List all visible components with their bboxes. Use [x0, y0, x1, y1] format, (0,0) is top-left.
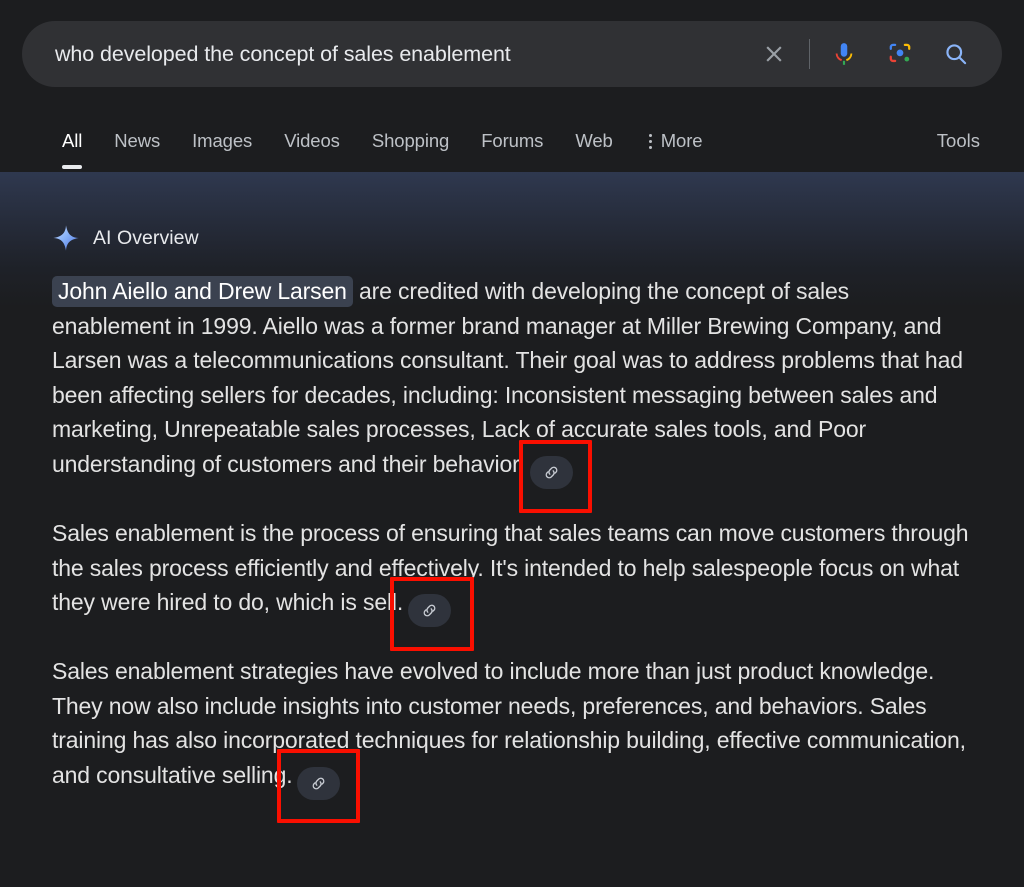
ai-paragraph-3: Sales enablement strategies have evolved… — [52, 654, 970, 823]
link-icon — [545, 466, 557, 479]
more-filters-button[interactable]: More — [629, 118, 719, 164]
tab-web[interactable]: Web — [559, 118, 628, 164]
microphone-icon — [835, 43, 853, 65]
sparkle-icon — [53, 225, 79, 251]
paragraph-3-text: Sales enablement strategies have evolved… — [52, 658, 966, 788]
tab-all[interactable]: All — [50, 118, 98, 169]
tab-videos[interactable]: Videos — [268, 118, 356, 164]
ai-overview-panel: AI Overview John Aiello and Drew Larsen … — [0, 172, 1024, 887]
more-label: More — [660, 130, 703, 151]
tab-news[interactable]: News — [98, 118, 176, 164]
google-lens-button[interactable] — [879, 32, 921, 76]
tab-images[interactable]: Images — [176, 118, 268, 164]
ai-paragraph-2: Sales enablement is the process of ensur… — [52, 516, 970, 652]
kebab-menu-icon — [648, 133, 652, 149]
ai-overview-header: AI Overview — [0, 172, 1024, 252]
citation-link-2[interactable] — [390, 577, 475, 652]
tab-forums[interactable]: Forums — [465, 118, 559, 164]
citation-link-3[interactable] — [277, 748, 361, 823]
search-header: All News Images Videos Shopping Forums W… — [0, 0, 1024, 172]
voice-search-button[interactable] — [823, 32, 865, 76]
link-icon — [423, 604, 436, 617]
search-tabs: All News Images Videos Shopping Forums W… — [0, 118, 1024, 172]
tab-list: All News Images Videos Shopping Forums W… — [0, 118, 719, 169]
close-icon — [766, 46, 782, 62]
search-bar[interactable] — [22, 21, 1002, 87]
search-input[interactable] — [22, 21, 752, 87]
tools-button[interactable]: Tools — [937, 118, 980, 164]
paragraph-1-text: are credited with developing the concept… — [52, 278, 963, 477]
highlighted-answer: John Aiello and Drew Larsen — [52, 276, 353, 307]
tab-shopping[interactable]: Shopping — [356, 118, 465, 164]
search-divider — [809, 39, 810, 69]
ai-paragraph-1: John Aiello and Drew Larsen are credited… — [52, 274, 970, 513]
paragraph-2-text: Sales enablement is the process of ensur… — [52, 519, 969, 616]
clear-search-button[interactable] — [752, 32, 796, 76]
search-action-icons — [752, 21, 1002, 87]
link-icon — [313, 777, 325, 790]
search-submit-button[interactable] — [935, 32, 977, 76]
citation-link-1[interactable] — [518, 439, 592, 513]
ai-overview-body: John Aiello and Drew Larsen are credited… — [0, 252, 1024, 823]
search-icon — [946, 44, 967, 65]
camera-lens-icon — [889, 43, 911, 63]
ai-overview-title: AI Overview — [93, 226, 199, 249]
